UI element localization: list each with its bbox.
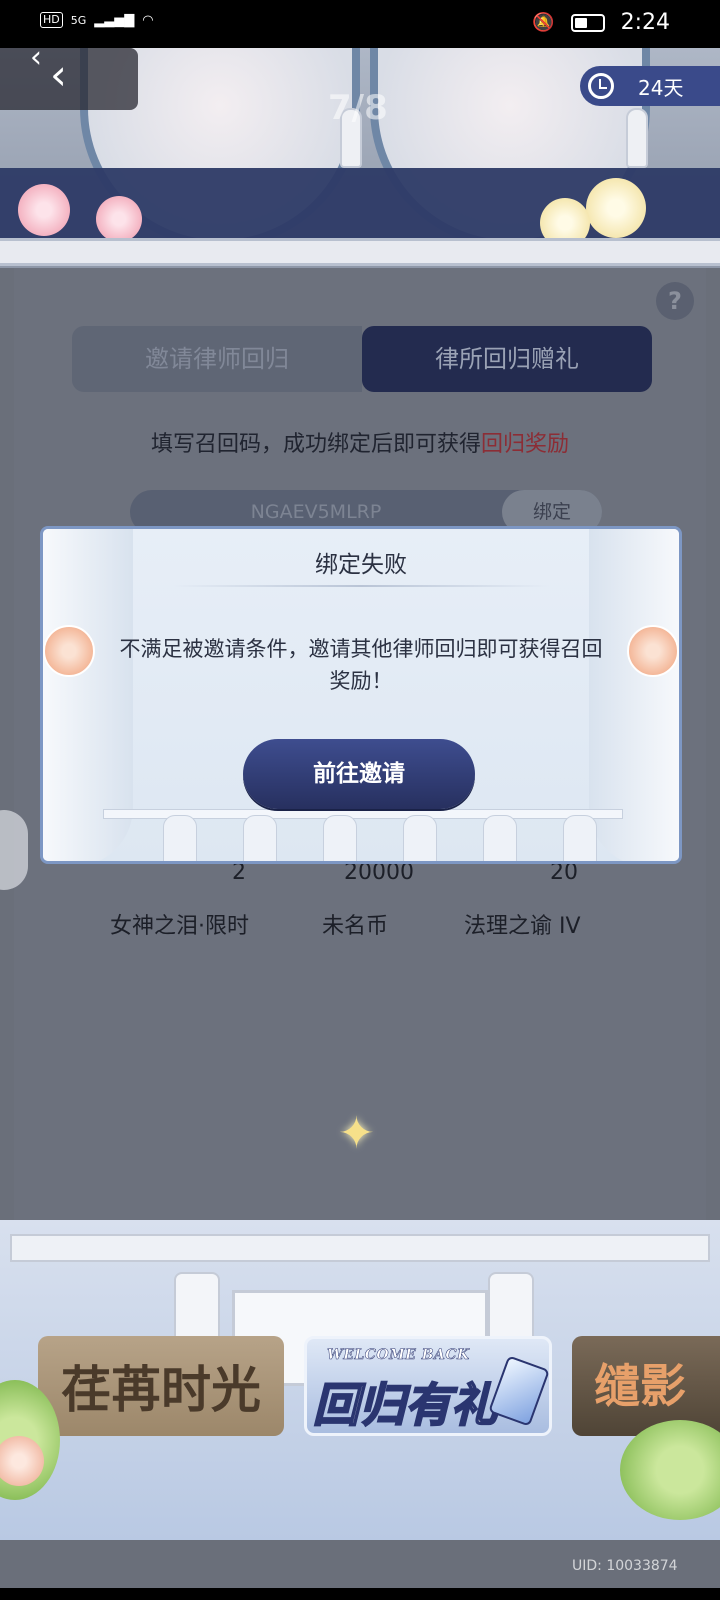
go-invite-button[interactable]: 前往邀请 xyxy=(243,739,475,809)
sparkle-icon: ✦ xyxy=(338,1108,375,1159)
banner-subtitle: WELCOME BACK xyxy=(327,1347,470,1364)
battery-icon xyxy=(570,13,605,32)
help-icon[interactable]: ? xyxy=(656,282,694,320)
reward-label: 法理之谕 IV xyxy=(464,914,581,939)
signal-icon: ▂▃▅▇ xyxy=(94,12,135,28)
clock: 2:24 xyxy=(620,10,670,35)
status-bar: HD 5G ▂▃▅▇ ◠ 🔕 2:24 xyxy=(0,0,720,48)
rose-decoration xyxy=(43,625,95,677)
banner-shadow[interactable]: 缱影 xyxy=(572,1336,720,1436)
header-rail xyxy=(0,238,720,266)
dialog-divider xyxy=(173,585,549,587)
crystal-icon xyxy=(488,1355,549,1427)
tab-return-gift[interactable]: 律所回归赠礼 xyxy=(362,326,652,392)
event-timer: 24天 xyxy=(580,66,720,106)
dialog-title: 绑定失败 xyxy=(315,552,407,578)
wifi-icon: ◠ xyxy=(142,12,154,28)
banner-title: 缱影 xyxy=(594,1359,686,1413)
banner-title: 荏苒时光 xyxy=(61,1360,261,1419)
timer-text: 24天 xyxy=(638,75,684,100)
instruction-text: 填写召回码，成功绑定后即可获得回归奖励 xyxy=(0,426,720,458)
rose-decoration xyxy=(586,178,646,238)
reward-label: 女神之泪·限时 xyxy=(110,914,249,939)
instruction-main: 填写召回码，成功绑定后即可获得 xyxy=(150,432,481,457)
side-drawer-handle[interactable] xyxy=(0,810,28,890)
hd-indicator: HD xyxy=(40,12,63,28)
banner-title: 回归有礼 xyxy=(312,1377,498,1433)
reward-label: 未名币 xyxy=(322,914,389,939)
rose-decoration xyxy=(627,625,679,677)
mute-bell-icon: 🔕 xyxy=(532,12,555,33)
user-id: UID: 10033874 xyxy=(572,1558,678,1574)
network-type: 5G xyxy=(70,13,87,27)
balustrade-decoration xyxy=(103,809,623,861)
bind-failed-dialog: 绑定失败 不满足被邀请条件，邀请其他律师回归即可获得召回奖励！ 前往邀请 xyxy=(40,526,682,864)
back-button[interactable]: ‹ ‹ xyxy=(0,40,138,110)
clock-icon xyxy=(588,73,614,99)
tab-bar: 邀请律师回归 律所回归赠礼 xyxy=(72,326,652,392)
banner-welcome-back[interactable]: WELCOME BACK 回归有礼 xyxy=(304,1336,552,1436)
chevron-left-icon: ‹ xyxy=(50,50,67,99)
rose-decoration xyxy=(18,184,70,236)
page-indicator: 7/8 xyxy=(328,88,388,128)
rose-decoration xyxy=(96,196,142,242)
instruction-highlight: 回归奖励 xyxy=(481,432,570,457)
curtain-tassel xyxy=(626,108,648,168)
navigation-bar xyxy=(0,1588,720,1600)
banner-time-flow[interactable]: 荏苒时光 xyxy=(38,1336,284,1436)
dialog-message: 不满足被邀请条件，邀请其他律师回归即可获得召回奖励！ xyxy=(119,637,603,693)
tab-invite-lawyer[interactable]: 邀请律师回归 xyxy=(72,326,362,392)
bottom-rail xyxy=(10,1234,710,1262)
